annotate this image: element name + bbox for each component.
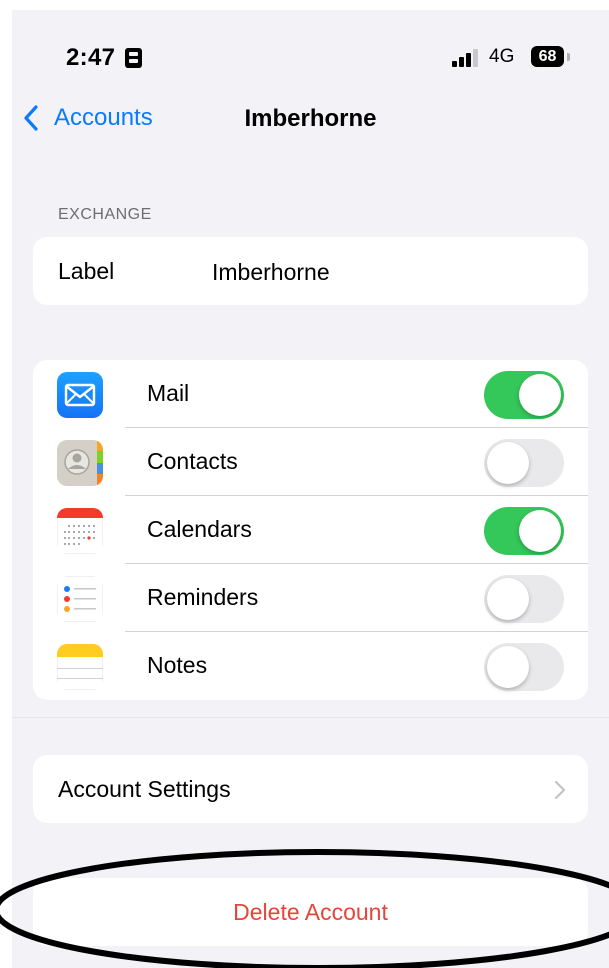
orientation-lock-icon [125, 48, 142, 68]
section-header: EXCHANGE [58, 206, 152, 223]
notes-toggle[interactable] [484, 643, 564, 691]
service-label: Reminders [147, 584, 259, 610]
status-time: 2:47 [66, 44, 116, 71]
notes-icon [57, 644, 103, 690]
chevron-right-icon [554, 780, 566, 800]
calendars-toggle[interactable] [484, 507, 564, 555]
delete-account-button[interactable]: Delete Account [33, 878, 588, 946]
service-label: Contacts [147, 448, 238, 474]
section-divider [12, 717, 609, 718]
service-row-notes: Notes [33, 632, 588, 700]
delete-account-label: Delete Account [233, 899, 388, 925]
reminders-toggle[interactable] [484, 575, 564, 623]
reminders-icon [57, 576, 103, 622]
battery-tip [567, 53, 570, 61]
label-key: Label [58, 258, 115, 284]
battery-icon: 68 [531, 46, 564, 67]
mail-toggle[interactable] [484, 371, 564, 419]
service-label: Mail [147, 380, 190, 406]
account-settings-row[interactable]: Account Settings [33, 755, 588, 823]
contacts-icon [57, 440, 103, 486]
label-value-field[interactable]: Imberhorne [212, 259, 330, 286]
service-label: Calendars [147, 516, 252, 542]
services-list: Mail Contacts Calendars Reminders Notes [33, 360, 588, 700]
account-label-row[interactable]: Label Imberhorne [33, 237, 588, 305]
contacts-toggle[interactable] [484, 439, 564, 487]
service-row-calendars: Calendars [33, 496, 588, 564]
calendar-icon [57, 508, 103, 554]
cellular-signal-icon [452, 49, 482, 67]
service-row-contacts: Contacts [33, 428, 588, 496]
service-row-mail: Mail [33, 360, 588, 428]
mail-icon [57, 372, 103, 418]
service-label: Notes [147, 652, 208, 678]
network-type: 4G [489, 46, 515, 67]
page-title: Imberhorne [244, 105, 377, 132]
account-settings-label: Account Settings [58, 776, 231, 802]
settings-screen: 2:47 4G 68 Accounts Imberhorne EXCHANGE … [12, 10, 609, 968]
service-row-reminders: Reminders [33, 564, 588, 632]
